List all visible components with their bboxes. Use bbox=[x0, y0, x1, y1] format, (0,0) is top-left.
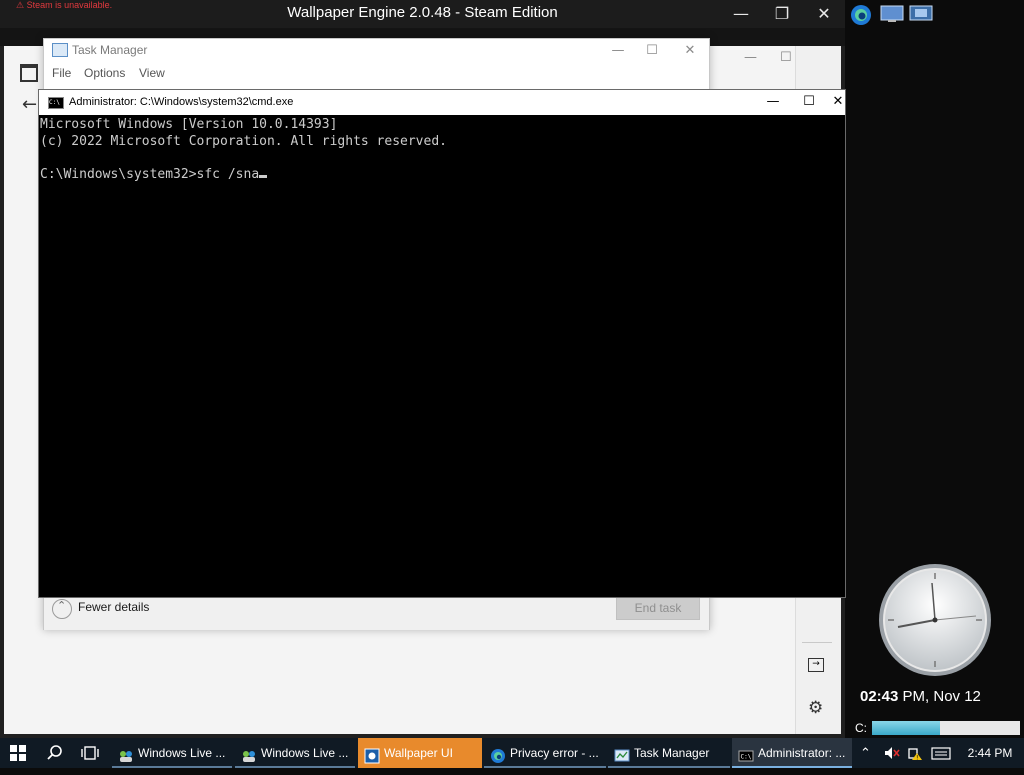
drive-label: C: bbox=[855, 721, 867, 735]
svg-text:C:\: C:\ bbox=[741, 754, 752, 761]
taskbar-item-label: Task Manager bbox=[634, 746, 710, 760]
we-minimize-button[interactable]: — bbox=[729, 4, 753, 24]
taskbar-item-administrator-cmd[interactable]: C:\ Administrator: ... bbox=[732, 738, 852, 768]
taskbar-item-windows-live-2[interactable]: Windows Live ... bbox=[235, 738, 355, 768]
cmd-window: C:\ Administrator: C:\Windows\system32\c… bbox=[38, 89, 846, 598]
search-icon[interactable] bbox=[46, 744, 64, 762]
taskbar-item-task-manager[interactable]: Task Manager bbox=[608, 738, 730, 768]
gadget-date-time: 02:43 PM, Nov 12 bbox=[860, 688, 1020, 705]
menu-view[interactable]: View bbox=[139, 66, 165, 80]
we-inner-maximize-button[interactable]: ☐ bbox=[780, 50, 792, 65]
settings-gear-icon[interactable]: ⚙ bbox=[808, 698, 823, 718]
export-icon[interactable]: → bbox=[808, 658, 824, 672]
taskbar-item-wallpaper-ui[interactable]: Wallpaper UI bbox=[358, 738, 482, 768]
task-manager-menubar: File Options View bbox=[44, 63, 709, 85]
we-close-button[interactable]: ✕ bbox=[812, 4, 836, 24]
taskbar-item-label: Privacy error - ... bbox=[510, 746, 599, 760]
taskbar-clock[interactable]: 2:44 PM bbox=[960, 738, 1020, 768]
cmd-minimize-button[interactable]: — bbox=[761, 92, 785, 112]
fewer-details-link[interactable]: Fewer details bbox=[78, 600, 149, 614]
cmd-maximize-button[interactable]: ☐ bbox=[797, 92, 821, 112]
tm-maximize-button[interactable]: ☐ bbox=[640, 41, 664, 61]
taskbar-item-privacy-error[interactable]: Privacy error - ... bbox=[484, 738, 606, 768]
taskbar-item-label: Wallpaper UI bbox=[384, 746, 453, 760]
wallpaper-engine-title: Wallpaper Engine 2.0.48 - Steam Edition bbox=[287, 4, 558, 21]
back-arrow-icon[interactable]: ← bbox=[22, 94, 37, 115]
taskbar-item-label: Administrator: ... bbox=[758, 746, 846, 760]
taskbar-item-label: Windows Live ... bbox=[138, 746, 226, 760]
keyboard-input-icon[interactable] bbox=[931, 745, 951, 761]
display-settings-icon[interactable] bbox=[909, 4, 933, 24]
svg-text:!: ! bbox=[916, 755, 918, 762]
cmd-icon: C:\ bbox=[738, 745, 754, 762]
windows-start-icon[interactable] bbox=[10, 745, 26, 761]
show-hidden-icons-chevron-icon[interactable]: ⌃ bbox=[860, 746, 871, 761]
cmd-title: Administrator: C:\Windows\system32\cmd.e… bbox=[69, 96, 294, 108]
text-cursor bbox=[259, 174, 268, 178]
task-view-icon[interactable] bbox=[80, 745, 100, 761]
fewer-details-chevron-icon[interactable]: ⌃ bbox=[52, 599, 72, 619]
taskbar-item-label: Windows Live ... bbox=[261, 746, 349, 760]
console-line: (c) 2022 Microsoft Corporation. All righ… bbox=[40, 133, 447, 149]
cmd-close-button[interactable]: ✕ bbox=[831, 92, 845, 112]
drive-usage-bar bbox=[872, 721, 1020, 735]
task-manager-icon bbox=[52, 43, 68, 57]
menu-options[interactable]: Options bbox=[84, 66, 125, 80]
divider bbox=[802, 642, 832, 643]
taskbar-item-windows-live-1[interactable]: Windows Live ... bbox=[112, 738, 232, 768]
wallpaper-engine-icon bbox=[364, 745, 380, 764]
we-inner-minimize-button[interactable]: — bbox=[744, 50, 757, 65]
analog-clock-gadget bbox=[878, 563, 992, 677]
windows-live-icon bbox=[118, 745, 134, 762]
edge-browser-icon[interactable] bbox=[850, 4, 874, 25]
cmd-console-output[interactable]: Microsoft Windows [Version 10.0.14393] (c… bbox=[39, 115, 845, 597]
monitor-icon[interactable] bbox=[880, 4, 904, 24]
end-task-button[interactable]: End task bbox=[616, 596, 700, 620]
task-manager-titlebar: Task Manager — ☐ ✕ bbox=[44, 39, 709, 63]
console-command-text: C:\Windows\system32>sfc /sna bbox=[40, 166, 260, 182]
cmd-icon: C:\ bbox=[48, 97, 64, 109]
network-warning-icon[interactable]: ! bbox=[907, 745, 923, 762]
console-line: Microsoft Windows [Version 10.0.14393] bbox=[40, 117, 338, 132]
menu-file[interactable]: File bbox=[52, 66, 71, 80]
window-panel-icon[interactable] bbox=[20, 64, 38, 82]
tm-minimize-button[interactable]: — bbox=[606, 41, 630, 61]
gadget-time-value: 02:43 bbox=[860, 688, 899, 705]
edge-browser-icon bbox=[490, 745, 506, 763]
taskbar: Windows Live ... Windows Live ... Wallpa… bbox=[0, 738, 1024, 768]
gadget-date-value: PM, Nov 12 bbox=[898, 688, 981, 705]
volume-muted-icon[interactable] bbox=[884, 746, 900, 760]
we-restore-button[interactable]: ❐ bbox=[770, 4, 794, 24]
cmd-titlebar: C:\ Administrator: C:\Windows\system32\c… bbox=[39, 90, 845, 115]
task-manager-title: Task Manager bbox=[72, 43, 148, 57]
windows-live-icon bbox=[241, 745, 257, 762]
tm-close-button[interactable]: ✕ bbox=[678, 41, 702, 61]
drive-usage-fill bbox=[872, 721, 941, 735]
task-manager-icon bbox=[614, 745, 630, 762]
console-prompt-line[interactable]: C:\Windows\system32>sfc /sna bbox=[40, 167, 845, 184]
